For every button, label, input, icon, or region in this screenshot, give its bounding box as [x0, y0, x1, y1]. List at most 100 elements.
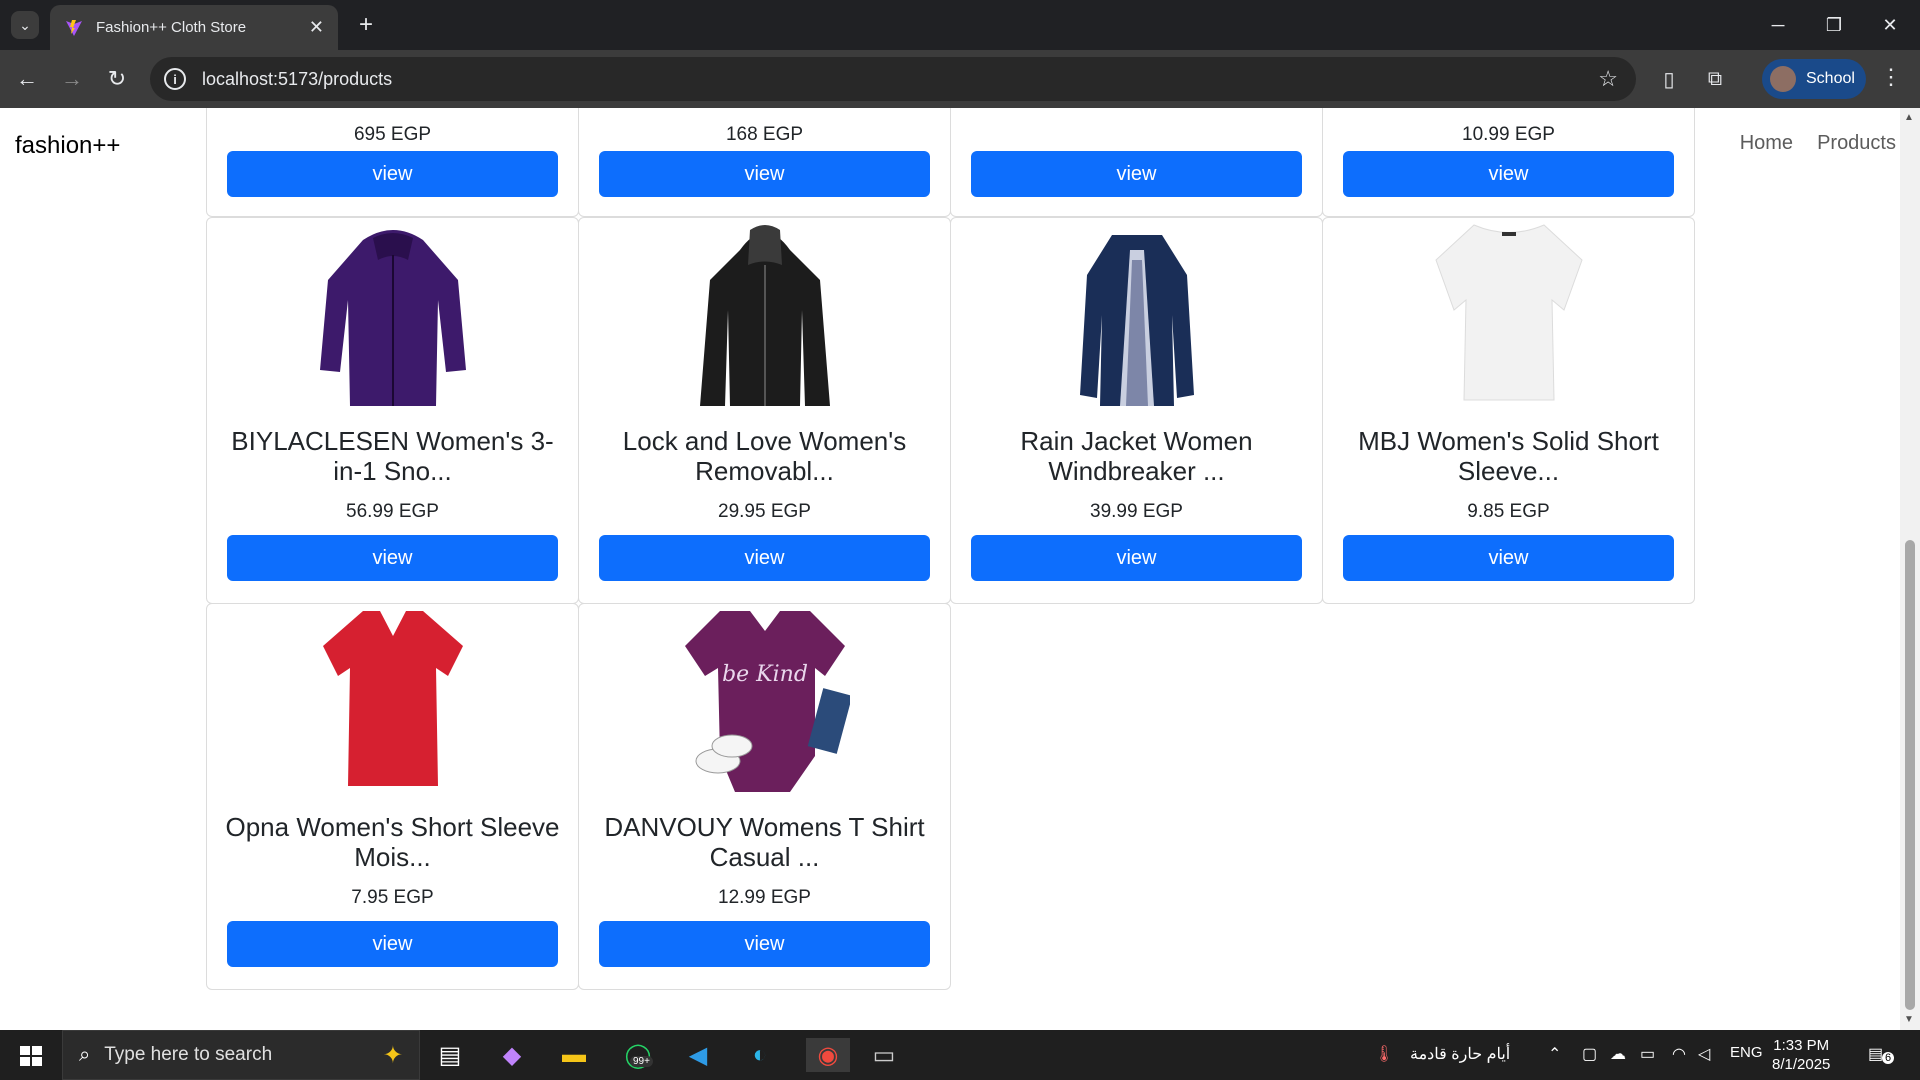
product-image-white-tshirt[interactable] [1434, 220, 1584, 406]
product-image-purple-jacket[interactable] [318, 220, 468, 406]
onedrive-icon[interactable]: ☁ [1610, 1044, 1626, 1064]
view-button[interactable]: view [1343, 535, 1674, 581]
product-name: Opna Women's Short Sleeve Mois... [225, 812, 560, 872]
view-button[interactable]: view [227, 151, 558, 197]
wifi-icon[interactable]: ◠ [1672, 1044, 1686, 1064]
battery-icon[interactable]: ▭ [1640, 1044, 1655, 1064]
view-button[interactable]: view [971, 151, 1302, 197]
tab-close-icon[interactable]: ✕ [309, 17, 324, 38]
product-name: Rain Jacket Women Windbreaker ... [1020, 426, 1253, 486]
product-card: 168 EGP view [578, 108, 951, 217]
product-card: BIYLACLESEN Women's 3-in-1 Sno... 56.99 … [206, 217, 579, 604]
product-card: Lock and Love Women's Removabl... 29.95 … [578, 217, 951, 604]
view-button[interactable]: view [599, 921, 930, 967]
site-brand[interactable]: fashion++ [15, 132, 120, 160]
profile-button[interactable]: School [1762, 59, 1866, 99]
product-card: MBJ Women's Solid Short Sleeve... 9.85 E… [1322, 217, 1695, 604]
site-info-icon[interactable]: i [164, 68, 186, 90]
extensions-icon[interactable]: ⧉ [1702, 66, 1728, 92]
view-button[interactable]: view [227, 535, 558, 581]
product-card: Rain Jacket Women Windbreaker ... 39.99 … [950, 217, 1323, 604]
product-image-purple-be-kind-tshirt[interactable]: be Kind [680, 606, 850, 792]
view-button[interactable]: view [599, 151, 930, 197]
view-button[interactable]: view [1343, 151, 1674, 197]
product-name: BIYLACLESEN Women's 3-in-1 Sno... [231, 426, 554, 486]
reading-list-icon[interactable]: ▯ [1656, 66, 1682, 92]
nav-products-link[interactable]: Products [1817, 132, 1896, 155]
whatsapp-icon[interactable]: ◯ 99+ [620, 1038, 656, 1072]
product-price: 9.85 EGP [1467, 501, 1550, 522]
scrollbar-thumb[interactable] [1905, 540, 1915, 1010]
copilot-sparkle-icon: ✦ [382, 1042, 403, 1069]
product-card: Opna Women's Short Sleeve Mois... 7.95 E… [206, 603, 579, 990]
product-card: be Kind DANVOUY Womens T Shirt Casual ..… [578, 603, 951, 990]
notifications-icon[interactable]: ▤ 6 [1868, 1044, 1895, 1064]
product-price: 7.95 EGP [351, 887, 434, 908]
volume-icon[interactable]: ◁ [1698, 1044, 1710, 1064]
site-nav: Home Products [1740, 132, 1896, 155]
page-viewport: 695 EGP view 168 EGP view view 10.99 EGP… [0, 108, 1900, 1030]
edge-icon[interactable]: ◐ [742, 1038, 778, 1072]
windows-taskbar: ⌕ Type here to search ✦ ▤ ◆ ▬ ◯ 99+ ◀ ◐ … [0, 1030, 1920, 1080]
new-tab-button[interactable]: + [352, 11, 380, 39]
clock[interactable]: 1:33 PM 8/1/2025 [1772, 1036, 1830, 1074]
browser-tab[interactable]: Fashion++ Cloth Store ✕ [50, 5, 338, 50]
language-indicator[interactable]: ENG [1730, 1044, 1763, 1061]
chrome-icon[interactable]: ◉ [806, 1038, 850, 1072]
browser-toolbar: ← → ↻ i localhost:5173/products ☆ ▯ ⧉ Sc… [0, 50, 1920, 108]
notifications-count: 6 [1882, 1052, 1895, 1064]
tab-title: Fashion++ Cloth Store [96, 19, 247, 36]
vscode-icon[interactable]: ◀ [680, 1038, 716, 1072]
windows-start-icon[interactable] [10, 1042, 52, 1070]
close-window-button[interactable]: ✕ [1862, 0, 1918, 50]
clock-time: 1:33 PM [1773, 1037, 1830, 1054]
whatsapp-badge: 99+ [630, 1056, 653, 1067]
product-price: 29.95 EGP [718, 501, 811, 522]
forward-button[interactable]: → [54, 61, 90, 97]
tray-chevron-icon[interactable]: ⌃ [1548, 1044, 1561, 1064]
product-price: 168 EGP [725, 124, 804, 145]
profile-name: School [1806, 70, 1855, 87]
product-price: 56.99 EGP [346, 501, 439, 522]
address-bar[interactable]: i localhost:5173/products ☆ [150, 57, 1636, 101]
task-view-icon[interactable]: ▤ [432, 1038, 468, 1072]
view-button[interactable]: view [599, 535, 930, 581]
clock-date: 8/1/2025 [1772, 1056, 1831, 1073]
product-name: DANVOUY Womens T Shirt Casual ... [604, 812, 925, 872]
page-scrollbar[interactable]: ▲ ▼ [1900, 108, 1920, 1030]
product-price: 695 EGP [353, 124, 432, 145]
file-explorer-icon[interactable]: ▬ [556, 1038, 592, 1072]
meet-icon[interactable]: ▢ [1582, 1044, 1597, 1064]
restore-button[interactable]: ❐ [1806, 0, 1862, 50]
view-button[interactable]: view [227, 921, 558, 967]
avatar [1770, 66, 1796, 92]
product-name: Lock and Love Women's Removabl... [622, 426, 907, 486]
terminal-icon[interactable]: ▭ [866, 1038, 902, 1072]
tab-search-button[interactable]: ⌄ [11, 11, 39, 39]
thermometer-icon: 🌡 [1374, 1046, 1395, 1063]
product-card: 695 EGP view [206, 108, 579, 217]
product-price: 39.99 EGP [1090, 501, 1183, 522]
menu-kebab-icon[interactable]: ⋮ [1880, 64, 1902, 90]
weather-text[interactable]: أيام حارة قادمة [1410, 1044, 1510, 1064]
product-name: MBJ Women's Solid Short Sleeve... [1358, 426, 1659, 486]
scroll-down-arrow-icon[interactable]: ▼ [1904, 1014, 1914, 1025]
product-card: 10.99 EGP view [1322, 108, 1695, 217]
search-icon: ⌕ [79, 1043, 91, 1066]
reload-button[interactable]: ↻ [99, 61, 135, 97]
nav-home-link[interactable]: Home [1740, 132, 1793, 155]
view-button[interactable]: view [971, 535, 1302, 581]
scroll-up-arrow-icon[interactable]: ▲ [1904, 112, 1914, 123]
browser-tab-bar: ⌄ Fashion++ Cloth Store ✕ + ─ ❐ ✕ [0, 0, 1920, 50]
product-image-navy-raincoat[interactable] [1062, 220, 1212, 406]
tshirt-print-text: be Kind [722, 662, 808, 687]
product-image-black-leather-jacket[interactable] [690, 220, 840, 406]
copilot-icon[interactable]: ◆ [494, 1038, 530, 1072]
product-price: 10.99 EGP [1462, 124, 1555, 145]
taskbar-search-box[interactable]: ⌕ Type here to search ✦ [62, 1030, 420, 1080]
search-placeholder: Type here to search [104, 1044, 273, 1065]
bookmark-star-icon[interactable]: ☆ [1598, 66, 1618, 92]
product-image-red-tshirt[interactable] [318, 606, 468, 792]
minimize-button[interactable]: ─ [1750, 0, 1806, 50]
back-button[interactable]: ← [9, 61, 45, 97]
